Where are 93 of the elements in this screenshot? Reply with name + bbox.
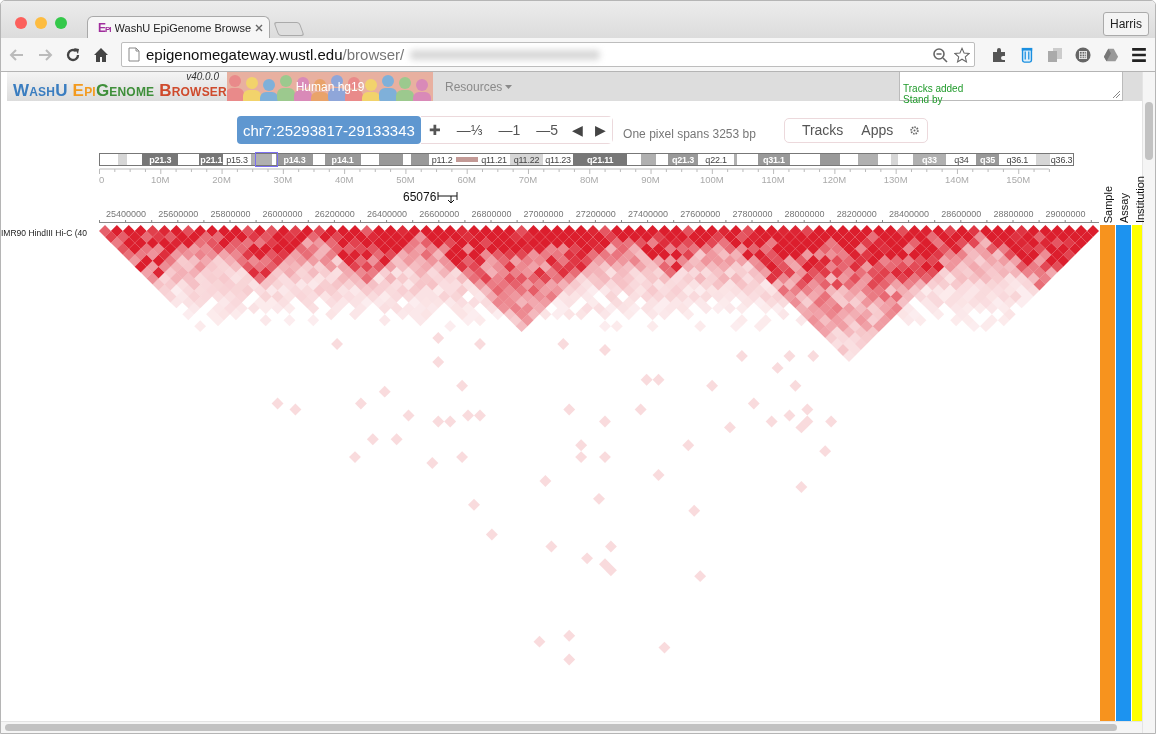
- tab-title: WashU EpiGenome Browse: [114, 21, 251, 34]
- coordinate-label: 28200000: [836, 209, 877, 219]
- tick-label: 40M: [334, 174, 354, 185]
- metadata-label: Sample: [1101, 185, 1114, 223]
- address-bar[interactable]: epigenomegateway.wustl.edu/browser/: [121, 42, 975, 67]
- chromosome-band[interactable]: [378, 154, 403, 165]
- chromosome-band[interactable]: q11.22: [509, 154, 544, 165]
- metadata-label: Institution: [1133, 175, 1146, 223]
- coordinate-label: 26600000: [419, 209, 460, 219]
- coordinate-label: 27600000: [680, 209, 721, 219]
- coordinate-label: 25800000: [210, 209, 251, 219]
- chromosome-band[interactable]: q36.3: [1050, 154, 1073, 165]
- tick-label: 120M: [822, 174, 847, 185]
- logo-text[interactable]: Browser: [159, 81, 227, 100]
- tick-label: 0: [99, 174, 105, 185]
- coordinate-label: 28400000: [889, 209, 929, 219]
- puzzle-icon[interactable]: [991, 46, 1007, 63]
- reload-icon[interactable]: [65, 46, 81, 63]
- chromosome-band[interactable]: q11.21: [478, 154, 510, 165]
- chromosome-band[interactable]: [734, 154, 738, 165]
- chromosome-band[interactable]: q11.23: [543, 154, 574, 165]
- coordinate-label: 28600000: [941, 209, 982, 219]
- coordinate-label: 26400000: [367, 209, 407, 219]
- drive-icon[interactable]: [1103, 46, 1119, 63]
- metadata-label: Assay: [1117, 193, 1130, 223]
- status-message: Tracks added: [903, 83, 965, 94]
- region-highlight: [254, 152, 279, 167]
- coordinate-label: 27000000: [523, 209, 564, 219]
- profile-button[interactable]: Harris: [1103, 12, 1149, 36]
- forward-icon[interactable]: [37, 46, 53, 63]
- new-tab-button[interactable]: [273, 22, 305, 36]
- tick-label: 50M: [396, 174, 415, 185]
- tick-label: 70M: [518, 174, 538, 185]
- favicon: Epi: [98, 20, 111, 35]
- tick-label: 60M: [457, 174, 476, 185]
- chromosome-band[interactable]: [819, 154, 841, 165]
- tick-label: 110M: [761, 174, 785, 185]
- horizontal-scrollbar[interactable]: [1, 721, 1142, 733]
- coordinate-label: 27400000: [628, 209, 668, 219]
- close-window-button[interactable]: [15, 17, 27, 29]
- back-icon[interactable]: [9, 46, 25, 63]
- chromosome-band[interactable]: [641, 154, 657, 165]
- copy-icon[interactable]: [1047, 46, 1063, 63]
- calculator-icon[interactable]: [1075, 46, 1091, 63]
- coordinate-label: 25400000: [106, 209, 146, 219]
- vertical-scrollbar[interactable]: [1142, 72, 1155, 733]
- bin-icon[interactable]: [1019, 46, 1035, 63]
- zoom-out-icon[interactable]: [932, 46, 948, 63]
- browser-tab[interactable]: Epi WashU EpiGenome Browse: [87, 16, 270, 38]
- close-icon[interactable]: [255, 23, 263, 32]
- resize-handle-icon[interactable]: [1112, 90, 1120, 98]
- coordinate-label: 26800000: [471, 209, 512, 219]
- menu-button[interactable]: Tracks: [792, 122, 853, 138]
- url-text: epigenomegateway.wustl.edu/browser/: [146, 46, 405, 63]
- home-icon[interactable]: [93, 46, 109, 63]
- coordinate-label: 28000000: [784, 209, 825, 219]
- star-icon[interactable]: [954, 46, 970, 63]
- version-label: v40.0.0: [186, 72, 219, 82]
- chromosome-band[interactable]: [857, 154, 878, 165]
- settings-icon[interactable]: [910, 125, 920, 135]
- coordinate-label: 27200000: [575, 209, 616, 219]
- chromosome-band[interactable]: p15.3: [223, 154, 251, 165]
- coordinate-label: 29000000: [1045, 209, 1086, 219]
- menu-icon[interactable]: [1131, 46, 1147, 63]
- tick-label: 140M: [945, 174, 969, 185]
- page-icon: [128, 47, 140, 62]
- coordinate-label: 25600000: [158, 209, 199, 219]
- centromere[interactable]: [455, 156, 479, 163]
- tick-label: 150M: [1006, 174, 1031, 185]
- tick-label: 20M: [212, 174, 231, 185]
- caret-icon: [505, 84, 513, 89]
- track-label[interactable]: IMR90 HindIII Hi-C (40: [1, 225, 99, 721]
- tick-label: 80M: [580, 174, 599, 185]
- tick-label: 100M: [699, 174, 724, 185]
- coordinate-label: 27800000: [732, 209, 773, 219]
- chromosome-band[interactable]: p21.1: [199, 154, 224, 165]
- tick-label: 10M: [151, 174, 170, 185]
- chromosome-band[interactable]: [250, 154, 272, 165]
- tick-label: 30M: [273, 174, 293, 185]
- scale-bar-value: 65076: [403, 190, 437, 204]
- coordinate-label: 28800000: [993, 209, 1034, 219]
- tick-label: 90M: [641, 174, 660, 185]
- scale-text: One pixel spans 3253 bp: [623, 127, 756, 141]
- menu-button[interactable]: Apps: [852, 122, 903, 138]
- chromosome-band[interactable]: [410, 154, 429, 165]
- scale-bar-icon: [437, 189, 460, 205]
- coordinate-label: 26000000: [262, 209, 303, 219]
- zoom-window-button[interactable]: [55, 17, 67, 29]
- tick-label: 130M: [883, 174, 908, 185]
- chromosome-band[interactable]: p21.3: [142, 154, 179, 165]
- status-message: Stand by: [903, 94, 944, 105]
- chromosome-band[interactable]: q21.11: [573, 154, 628, 165]
- coordinate-label: 26200000: [314, 209, 355, 219]
